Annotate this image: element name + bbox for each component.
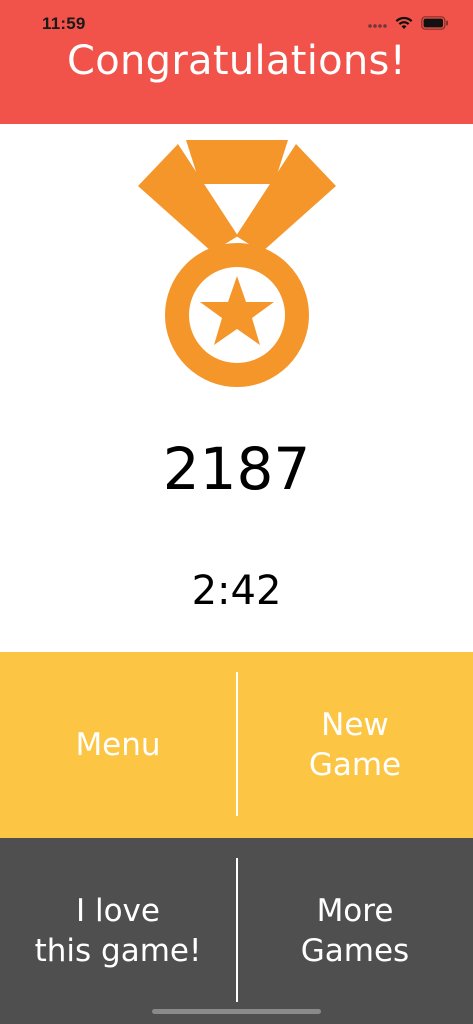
home-indicator[interactable] (152, 1009, 321, 1014)
star-icon (200, 276, 274, 345)
new-game-button[interactable]: New Game (237, 652, 473, 838)
score-value: 2187 (162, 435, 311, 503)
more-games-button[interactable]: More Games (237, 838, 473, 1024)
status-time: 11:59 (42, 14, 86, 33)
signal-dots-icon (367, 15, 387, 34)
page-title: Congratulations! (66, 38, 407, 84)
secondary-button-row: I love this game! More Games (0, 838, 473, 1024)
header-bar: 11:59 Congratulations! (0, 0, 473, 124)
medal-icon (138, 140, 336, 390)
battery-icon (421, 15, 449, 34)
primary-button-row: Menu New Game (0, 652, 473, 838)
status-icons (367, 15, 449, 34)
menu-button[interactable]: Menu (0, 652, 236, 838)
elapsed-time: 2:42 (191, 568, 282, 614)
love-game-button[interactable]: I love this game! (0, 838, 236, 1024)
wifi-icon (395, 15, 413, 34)
